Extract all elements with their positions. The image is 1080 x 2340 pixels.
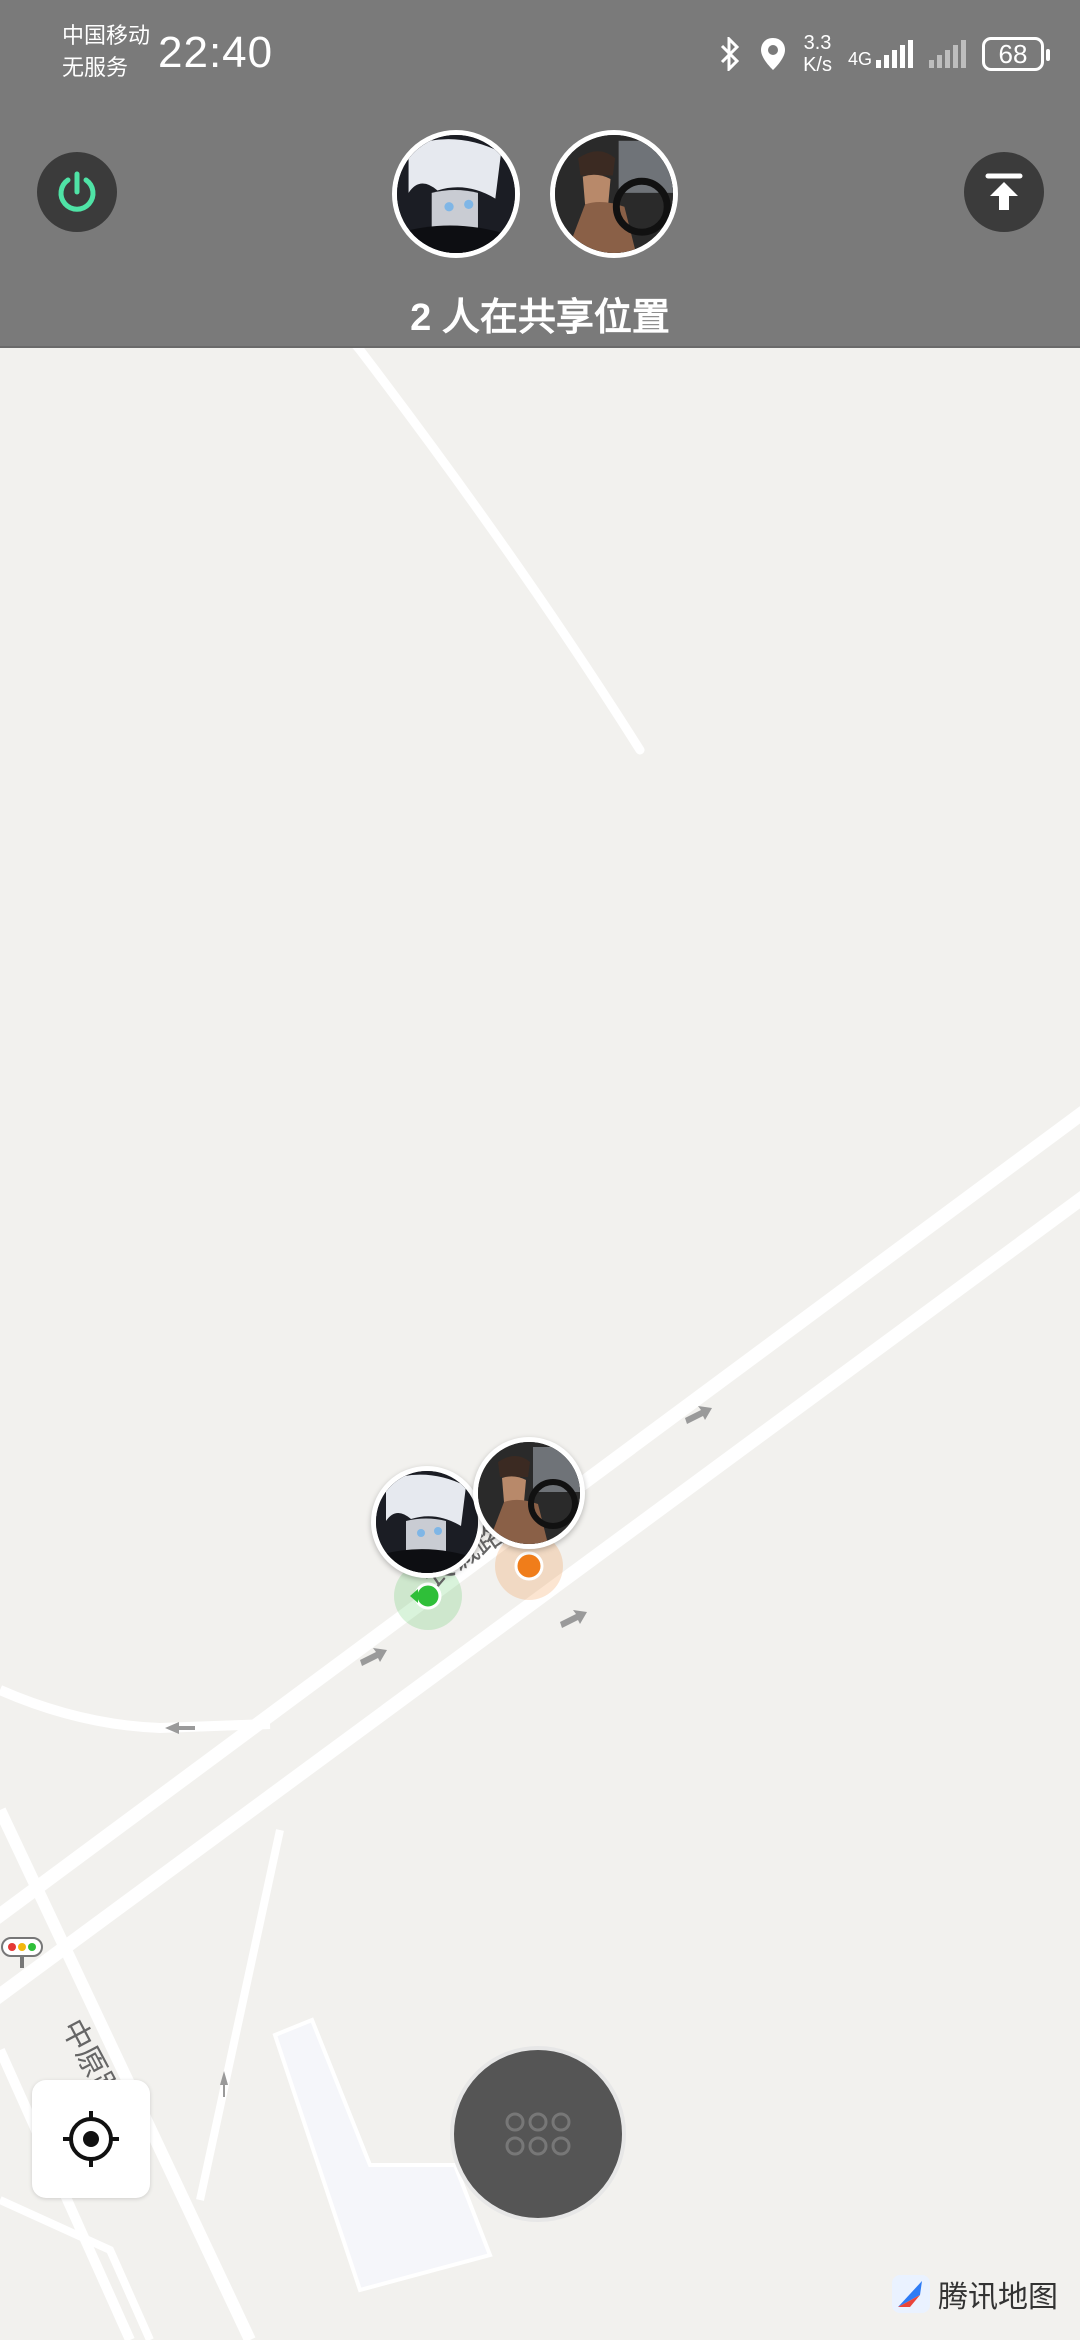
network-type: 4G bbox=[847, 49, 872, 69]
friend-location-dot bbox=[514, 1551, 544, 1581]
traffic-light-icon[interactable] bbox=[0, 1934, 48, 1974]
speed-value: 3.3 bbox=[803, 32, 832, 54]
end-share-button[interactable] bbox=[37, 152, 117, 232]
menu-button[interactable] bbox=[450, 2046, 626, 2222]
minimize-button[interactable] bbox=[964, 152, 1044, 232]
signal-bars-icon bbox=[876, 40, 913, 68]
bluetooth-icon bbox=[721, 37, 740, 71]
speed-unit: K/s bbox=[803, 54, 832, 76]
carrier-info: 中国移动 无服务 bbox=[62, 20, 150, 84]
share-count-title: 2 人在共享位置 bbox=[410, 297, 670, 339]
grid-icon bbox=[505, 2112, 571, 2156]
network-speed: 3.3 K/s bbox=[803, 32, 832, 76]
participant-avatar-me[interactable] bbox=[392, 130, 520, 258]
signal-primary: 4G bbox=[848, 40, 913, 68]
map-canvas[interactable] bbox=[0, 0, 1080, 2340]
car-driver-avatar-image bbox=[478, 1442, 580, 1544]
map-avatar-friend[interactable] bbox=[473, 1437, 585, 1549]
share-header: 中国移动 无服务 22:40 3.3 K/s 4G 68 2 人在共享位置 bbox=[0, 0, 1080, 348]
tencent-map-logo-icon bbox=[892, 2275, 930, 2313]
car-driver-avatar-image bbox=[555, 135, 673, 253]
locate-me-button[interactable] bbox=[32, 2080, 150, 2198]
power-icon bbox=[58, 171, 96, 212]
anime-avatar-image bbox=[397, 135, 515, 253]
status-time: 22:40 bbox=[158, 28, 274, 77]
map-avatar-me[interactable] bbox=[371, 1466, 483, 1578]
signal-bars-no-service-icon bbox=[929, 40, 966, 68]
participant-avatar-friend[interactable] bbox=[550, 130, 678, 258]
upload-icon bbox=[985, 173, 1023, 210]
location-share-screen: 长诚路 中原路 bbox=[0, 0, 1080, 2340]
anime-avatar-image bbox=[376, 1471, 478, 1573]
battery-icon: 68 bbox=[982, 37, 1050, 71]
map-provider-logo: 腾讯地图 bbox=[890, 2272, 1058, 2316]
carrier-name: 中国移动 bbox=[62, 23, 151, 48]
battery-level: 68 bbox=[998, 38, 1028, 69]
locate-icon bbox=[63, 2111, 119, 2167]
location-pin-icon bbox=[761, 38, 786, 70]
service-status: 无服务 bbox=[62, 55, 129, 80]
map-provider-name: 腾讯地图 bbox=[938, 2281, 1058, 2314]
status-icons: 3.3 K/s 4G 68 bbox=[717, 30, 1050, 78]
